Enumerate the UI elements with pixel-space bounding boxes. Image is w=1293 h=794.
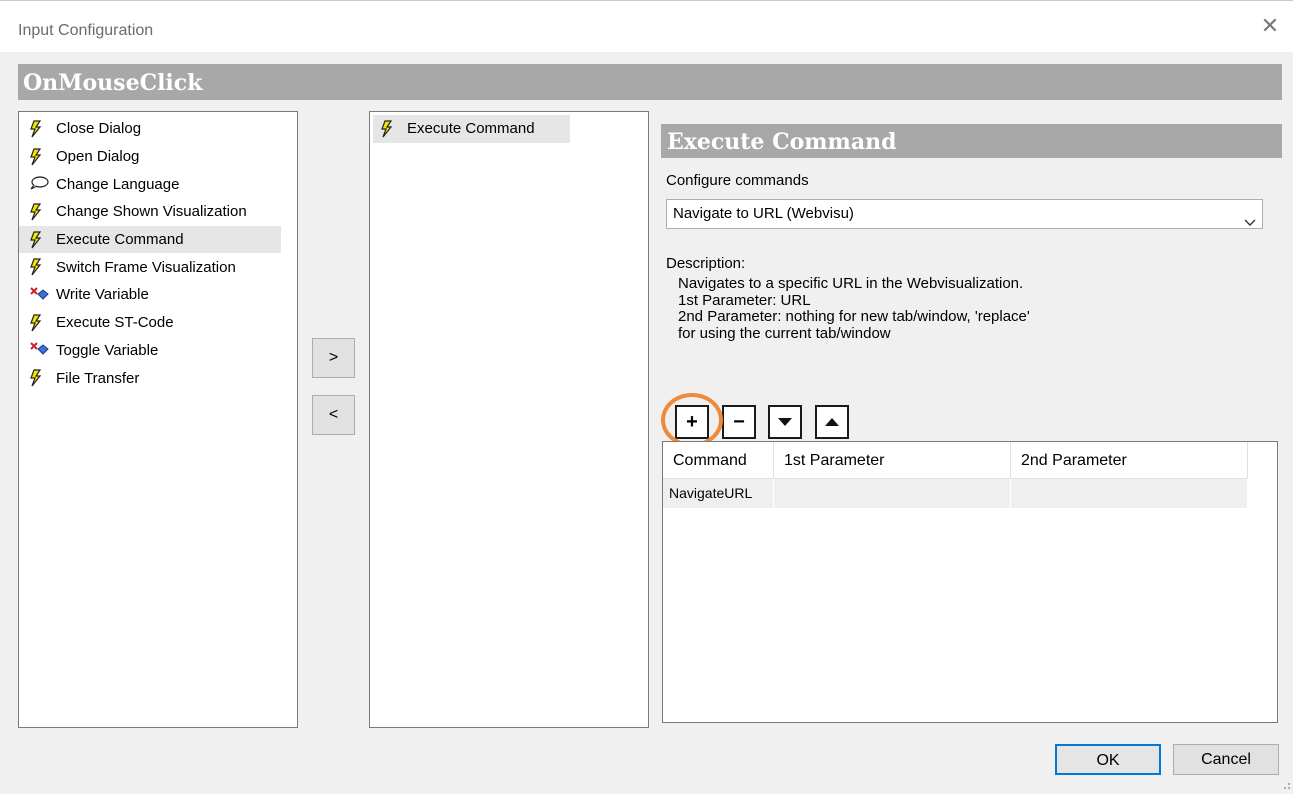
list-item-label: Open Dialog xyxy=(56,148,140,166)
list-item-execute-command[interactable]: Execute Command xyxy=(373,115,570,143)
table-row[interactable]: NavigateURL xyxy=(663,479,1248,508)
list-item-switch-frame-visualization[interactable]: Switch Frame Visualization xyxy=(19,253,297,281)
variable-icon xyxy=(29,286,55,304)
highlight-annotation xyxy=(661,393,723,447)
lightning-icon xyxy=(29,147,55,166)
list-item-execute-command[interactable]: Execute Command xyxy=(19,225,281,254)
remove-command-button[interactable]: − xyxy=(722,405,756,439)
lightning-icon xyxy=(29,230,55,249)
column-header-command[interactable]: Command xyxy=(663,442,774,479)
window-title: Input Configuration xyxy=(18,22,154,39)
ok-button[interactable]: OK xyxy=(1055,744,1161,775)
resize-grip-icon[interactable] xyxy=(1283,777,1291,789)
commands-table[interactable]: Command 1st Parameter 2nd Parameter Navi… xyxy=(662,441,1278,723)
list-item-label: Write Variable xyxy=(56,286,149,304)
list-item-write-variable[interactable]: Write Variable xyxy=(19,281,297,309)
list-item-file-transfer[interactable]: File Transfer xyxy=(19,364,297,392)
chevron-down-icon xyxy=(1244,209,1256,226)
cancel-button[interactable]: Cancel xyxy=(1173,744,1279,775)
triangle-up-icon xyxy=(824,414,840,431)
list-item-close-dialog[interactable]: Close Dialog xyxy=(19,115,297,143)
list-item-label: Switch Frame Visualization xyxy=(56,258,236,276)
move-down-button[interactable] xyxy=(768,405,802,439)
configure-commands-label: Configure commands xyxy=(666,172,809,189)
available-actions-list[interactable]: Close Dialog Open Dialog Change Language… xyxy=(18,111,298,728)
title-bar: Input Configuration ✕ xyxy=(0,0,1293,52)
lightning-icon xyxy=(29,314,55,332)
list-item-label: Change Shown Visualization xyxy=(56,203,247,221)
remove-action-button[interactable]: < xyxy=(312,395,355,435)
move-up-button[interactable] xyxy=(815,405,849,439)
list-item-open-dialog[interactable]: Open Dialog xyxy=(19,143,297,171)
list-item-label: Change Language xyxy=(56,175,180,193)
triangle-down-icon xyxy=(777,414,793,431)
list-item-change-shown-visualization[interactable]: Change Shown Visualization xyxy=(19,198,297,226)
add-action-button[interactable]: > xyxy=(312,338,355,378)
column-header-1st-parameter[interactable]: 1st Parameter xyxy=(774,442,1011,479)
list-item-label: Execute Command xyxy=(407,120,535,138)
list-item-label: Execute ST-Code xyxy=(56,314,174,332)
list-item-label: Close Dialog xyxy=(56,120,142,138)
lightning-icon xyxy=(29,369,55,387)
list-item-execute-st-code[interactable]: Execute ST-Code xyxy=(19,309,297,337)
cell-1st-parameter[interactable] xyxy=(774,479,1011,508)
cell-command[interactable]: NavigateURL xyxy=(663,479,774,508)
column-header-2nd-parameter[interactable]: 2nd Parameter xyxy=(1011,442,1248,479)
list-item-change-language[interactable]: Change Language xyxy=(19,170,297,198)
event-header: OnMouseClick xyxy=(18,64,1282,100)
list-item-label: Toggle Variable xyxy=(56,341,159,359)
command-select-value: Navigate to URL (Webvisu) xyxy=(673,205,854,222)
speech-bubble-icon xyxy=(29,175,55,193)
cell-2nd-parameter[interactable] xyxy=(1011,479,1248,508)
list-item-label: File Transfer xyxy=(56,369,140,387)
lightning-icon xyxy=(380,120,406,138)
list-item-toggle-variable[interactable]: Toggle Variable xyxy=(19,337,297,365)
lightning-icon xyxy=(29,258,55,276)
minus-icon: − xyxy=(733,410,745,433)
variable-icon xyxy=(29,341,55,359)
lightning-icon xyxy=(29,120,55,138)
description-text: Navigates to a specific URL in the Webvi… xyxy=(678,275,1030,342)
table-header: Command 1st Parameter 2nd Parameter xyxy=(663,442,1248,479)
command-select[interactable]: Navigate to URL (Webvisu) xyxy=(666,199,1263,229)
description-label: Description: xyxy=(666,255,746,272)
lightning-icon xyxy=(29,203,55,221)
list-item-label: Execute Command xyxy=(56,231,184,249)
close-icon[interactable]: ✕ xyxy=(1259,15,1281,37)
detail-header: Execute Command xyxy=(661,124,1282,158)
configured-actions-list[interactable]: Execute Command xyxy=(369,111,649,728)
